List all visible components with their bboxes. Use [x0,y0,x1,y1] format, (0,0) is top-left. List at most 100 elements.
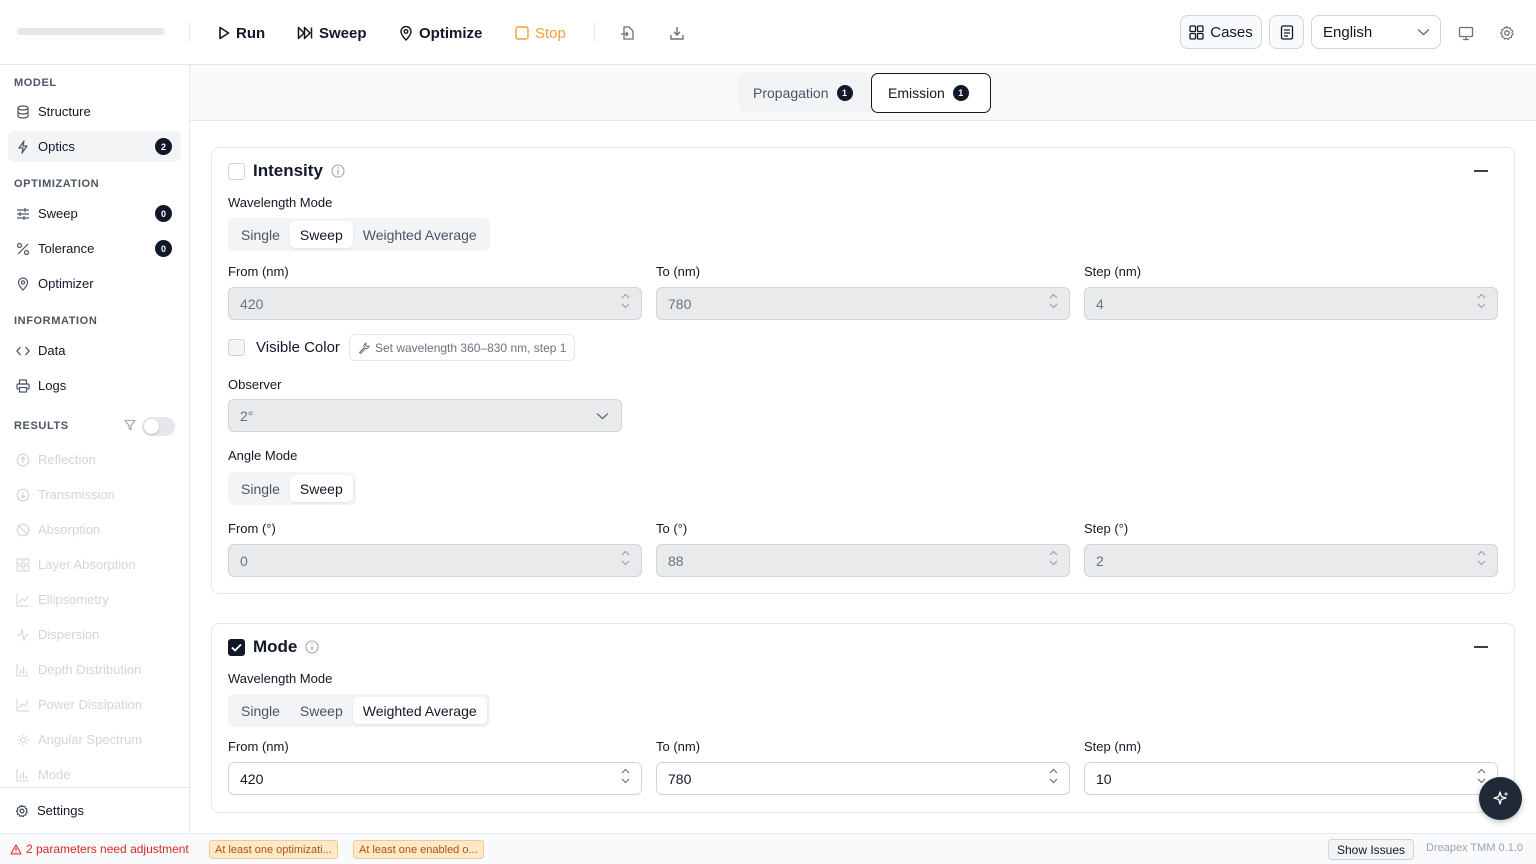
wavelength-mode-sweep[interactable]: Sweep [290,697,353,724]
from-nm-value: 420 [240,295,264,312]
optics-count-badge: 2 [155,138,172,155]
angle-mode-single[interactable]: Single [231,475,290,502]
filter-icon[interactable] [124,419,136,431]
sidebar-item-structure[interactable]: Structure [8,96,181,127]
sidebar-item-transmission[interactable]: Transmission [8,479,181,510]
step-nm-input[interactable]: 4 [1084,287,1498,320]
spin-buttons[interactable] [621,768,630,784]
chevron-down-icon [1049,303,1058,309]
spin-buttons[interactable] [621,293,630,309]
mode-from-nm-input[interactable]: 420 [228,762,642,795]
issue-chip[interactable]: At least one enabled o... [353,840,484,859]
chevron-up-icon [1049,293,1058,299]
angle-step-value: 2 [1096,552,1104,569]
wavelength-mode-sweep[interactable]: Sweep [289,221,353,248]
wavelength-mode-single[interactable]: Single [231,697,290,724]
sidebar-item-logs[interactable]: Logs [8,370,181,401]
chevron-up-icon [1049,768,1058,774]
document-button[interactable] [1269,15,1304,49]
mode-step-nm-input[interactable]: 10 [1084,762,1498,795]
spin-buttons[interactable] [1477,550,1486,566]
chevron-down-icon [621,560,630,566]
wavelength-mode-label: Wavelength Mode [228,195,333,210]
spin-buttons[interactable] [1477,293,1486,309]
sidebar-item-reflection[interactable]: Reflection [8,444,181,475]
sidebar-item-angular-spectrum[interactable]: Angular Spectrum [8,724,181,755]
sidebar-item-label: Structure [38,104,91,119]
from-nm-label: From (nm) [228,739,289,754]
display-button[interactable] [1453,20,1479,46]
chevron-up-icon [621,293,630,299]
to-nm-input[interactable]: 780 [656,287,1070,320]
sidebar-item-settings[interactable]: Settings [0,787,189,833]
sidebar-item-optics[interactable]: Optics 2 [8,131,181,162]
section-information: INFORMATION [14,315,98,327]
sidebar-item-dispersion[interactable]: Dispersion [8,619,181,650]
spin-buttons[interactable] [621,550,630,566]
optimize-button[interactable]: Optimize [399,20,482,46]
info-icon[interactable] [305,640,319,654]
spin-buttons[interactable] [1477,768,1486,784]
intensity-checkbox[interactable] [228,162,245,180]
sidebar-item-tolerance[interactable]: Tolerance 0 [8,233,181,264]
observer-select[interactable]: 2° [228,399,622,432]
tab-group: Propagation 1 Emission 1 [738,73,991,113]
download-button[interactable] [664,20,690,46]
sidebar-item-label: Ellipsometry [38,592,109,607]
import-button[interactable] [615,20,641,46]
results-filter-toggle[interactable] [142,417,175,436]
sidebar-item-ellipsometry[interactable]: Ellipsometry [8,584,181,615]
angle-to-input[interactable]: 88 [656,544,1070,577]
from-nm-input[interactable]: 420 [228,287,642,320]
spin-buttons[interactable] [1049,768,1058,784]
sidebar-item-depth-distribution[interactable]: Depth Distribution [8,654,181,685]
run-button[interactable]: Run [218,20,265,46]
issue-chip[interactable]: At least one optimizati... [209,840,338,859]
intensity-card: Intensity Wavelength Mode Single Sweep W… [211,147,1515,594]
settings-button[interactable] [1494,20,1520,46]
collapse-icon[interactable] [1474,170,1488,172]
stop-button[interactable]: Stop [515,20,566,46]
sidebar-item-power-dissipation[interactable]: Power Dissipation [8,689,181,720]
sidebar-item-optimizer[interactable]: Optimizer [8,268,181,299]
tab-propagation[interactable]: Propagation 1 [753,73,853,113]
check-icon [231,643,242,652]
chevron-up-icon [1477,550,1486,556]
angle-from-input[interactable]: 0 [228,544,642,577]
angle-step-label: Step (°) [1084,521,1129,536]
spin-buttons[interactable] [1049,550,1058,566]
from-nm-value: 420 [240,770,264,787]
tab-count-badge: 1 [952,85,969,101]
main-content: Propagation 1 Emission 1 Intensity Wavel… [190,65,1536,833]
sidebar: MODEL Structure Optics 2 OPTIMIZATION Sw… [0,65,190,833]
collapse-icon[interactable] [1474,646,1488,648]
wavelength-mode-single[interactable]: Single [231,221,290,248]
mode-checkbox[interactable] [228,638,245,656]
wavelength-mode-weighted-average[interactable]: Weighted Average [353,221,487,248]
sidebar-item-layer-absorption[interactable]: Layer Absorption [8,549,181,580]
angle-mode-sweep[interactable]: Sweep [289,475,353,502]
cases-button[interactable]: Cases [1180,15,1262,49]
tab-emission[interactable]: Emission 1 [871,73,991,113]
to-nm-label: To (nm) [656,264,701,279]
sidebar-item-sweep[interactable]: Sweep 0 [8,198,181,229]
sidebar-item-absorption[interactable]: Absorption [8,514,181,545]
language-select[interactable]: English [1311,15,1441,49]
show-issues-button[interactable]: Show Issues [1328,839,1414,860]
wavelength-mode-weighted-average[interactable]: Weighted Average [352,697,487,724]
sidebar-item-mode[interactable]: Mode [8,759,181,790]
visible-color-checkbox[interactable] [228,339,245,356]
angle-step-input[interactable]: 2 [1084,544,1498,577]
square-icon [515,26,529,40]
parameters-warning[interactable]: 2 parameters need adjustment [10,842,189,856]
chevron-up-icon [1477,768,1486,774]
ai-assistant-button[interactable] [1479,777,1522,820]
sidebar-item-data[interactable]: Data [8,335,181,366]
sweep-button[interactable]: Sweep [297,20,367,46]
database-icon [16,104,30,119]
chevron-down-icon [1477,303,1486,309]
info-icon[interactable] [331,164,345,178]
spin-buttons[interactable] [1049,293,1058,309]
set-wavelength-button[interactable]: Set wavelength 360–830 nm, step 1 [349,334,576,361]
mode-to-nm-input[interactable]: 780 [656,762,1070,795]
